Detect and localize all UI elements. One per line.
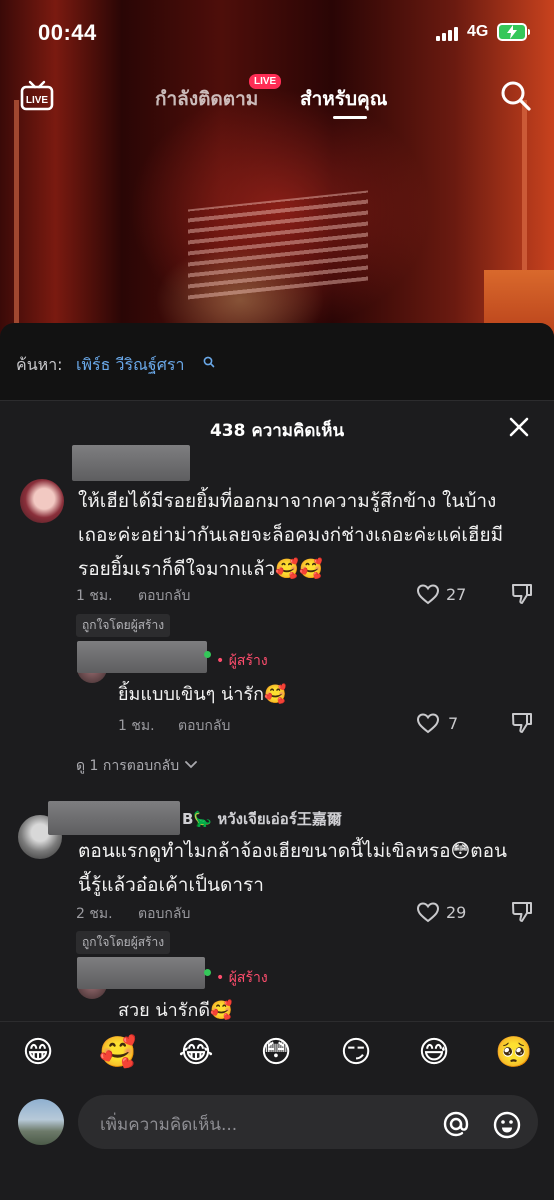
battery-icon (497, 23, 527, 41)
redacted-username (77, 641, 207, 673)
online-dot (204, 651, 211, 658)
status-bar: 00:44 4G (0, 0, 554, 64)
reply-button[interactable]: ตอบกลับ (138, 585, 190, 607)
tab-for-you[interactable]: สำหรับคุณ (300, 84, 387, 114)
battery-tip (528, 29, 530, 35)
comment-text-line: นี้รู้แล้วอ๋อเค้าเป็นดารา (78, 874, 264, 896)
emoji-quick-bar: 😁 🥰 😂 😳 😏 😅 🥺 (0, 1021, 554, 1085)
reply-button[interactable]: ตอบกลับ (138, 903, 190, 925)
comment-time: 2 ชม. (76, 906, 113, 922)
signal-icon (436, 27, 460, 41)
chevron-down-icon (184, 758, 198, 774)
search-prefix: ค้นหา: (16, 355, 63, 374)
comment-time: 1 ชม. (76, 588, 113, 604)
dislike-icon[interactable] (510, 711, 534, 735)
dislike-icon[interactable] (510, 582, 534, 606)
avatar[interactable] (20, 479, 64, 523)
comment-list[interactable]: ให้เฮียได้มีรอยยิ้มที่ออกมาจากความรู้สึก… (0, 445, 554, 1025)
stage-pole (14, 100, 19, 330)
comments-sheet: ค้นหา: เพิร์ธ วีริณฐ์ศรา 438 ความคิดเห็น… (0, 323, 554, 1200)
search-icon (203, 353, 215, 368)
dislike-icon[interactable] (510, 900, 534, 924)
live-badge: LIVE (249, 74, 282, 89)
live-tv-icon[interactable]: LIVE (20, 78, 54, 112)
liked-by-creator-badge: ถูกใจโดยผู้สร้าง (76, 614, 171, 637)
heart-icon[interactable] (416, 582, 440, 606)
emoji-picker-icon[interactable] (492, 1110, 522, 1140)
tab-following[interactable]: กำลังติดตาม (155, 84, 258, 114)
emoji-smirk[interactable]: 😏 (336, 1036, 376, 1070)
mention-icon[interactable] (442, 1110, 470, 1138)
reply-time: 1 ชม. (118, 718, 155, 734)
comment-count-header: 438 ความคิดเห็น (0, 409, 554, 445)
close-icon[interactable] (509, 417, 529, 437)
liked-by-creator-badge: ถูกใจโดยผู้สร้าง (76, 931, 171, 954)
creator-tag: • ผู้สร้าง (216, 970, 268, 986)
related-search-row[interactable]: ค้นหา: เพิร์ธ วีริณฐ์ศรา (0, 323, 554, 401)
search-term-link[interactable]: เพิร์ธ วีริณฐ์ศรา (76, 353, 184, 378)
redacted-username (77, 957, 205, 989)
comment-text-line: เถอะค่ะอย่าม่ากันเลยจะล็อคมงก่ช่างเถอะค่… (78, 524, 504, 546)
online-dot (204, 969, 211, 976)
comment-count: 438 ความคิดเห็น (209, 421, 345, 441)
live-icon-label: LIVE (26, 95, 49, 106)
view-replies-label: ดู 1 การตอบกลับ (76, 758, 180, 774)
like-count: 29 (446, 903, 467, 922)
heart-icon[interactable] (416, 900, 440, 924)
emoji-smiling-hearts[interactable]: 🥰 (98, 1036, 138, 1070)
emoji-tears-of-joy[interactable]: 😂 (176, 1036, 216, 1070)
emoji-sweat-smile[interactable]: 😅 (414, 1036, 454, 1070)
redacted-username (48, 801, 180, 835)
comment-input-placeholder: เพิ่มความคิดเห็น... (100, 1115, 238, 1135)
reply-button[interactable]: ตอบกลับ (178, 715, 230, 737)
username[interactable]: B🦕 หวังเจียเอ่อร์王嘉爾 (182, 807, 342, 831)
reply-text: ยิ้มแบบเขินๆ น่ารัก🥰 (118, 684, 287, 705)
active-tab-indicator (333, 116, 367, 119)
like-count: 27 (446, 585, 467, 604)
like-count: 7 (448, 714, 459, 733)
status-time: 00:44 (38, 20, 97, 45)
emoji-grin[interactable]: 😁 (18, 1036, 58, 1070)
comment-input-area: เพิ่มความคิดเห็น... (0, 1085, 554, 1200)
creator-tag: • ผู้สร้าง (216, 653, 268, 669)
search-icon[interactable] (500, 80, 532, 112)
emoji-pleading[interactable]: 🥺 (494, 1036, 534, 1070)
stage-light-stripes (188, 190, 368, 300)
avatar[interactable] (18, 1099, 64, 1145)
redacted-username (72, 445, 190, 481)
view-replies-button[interactable]: ดู 1 การตอบกลับ (76, 755, 198, 777)
comment-text-line: ให้เฮียได้มีรอยยิ้มที่ออกมาจากความรู้สึก… (78, 490, 497, 512)
top-navigation: LIVE กำลังติดตาม LIVE สำหรับคุณ (0, 64, 554, 134)
comment-text-line: รอยยิ้มเราก็ดีใจมากแล้ว🥰🥰 (78, 558, 323, 580)
comment-text-line: ตอนแรกดูทำไมกล้าจ้องเฮียขนาดนี้ไม่เขิลหร… (78, 840, 508, 862)
network-type: 4G (467, 23, 489, 40)
emoji-flushed[interactable]: 😳 (256, 1036, 296, 1070)
heart-icon[interactable] (416, 711, 440, 735)
